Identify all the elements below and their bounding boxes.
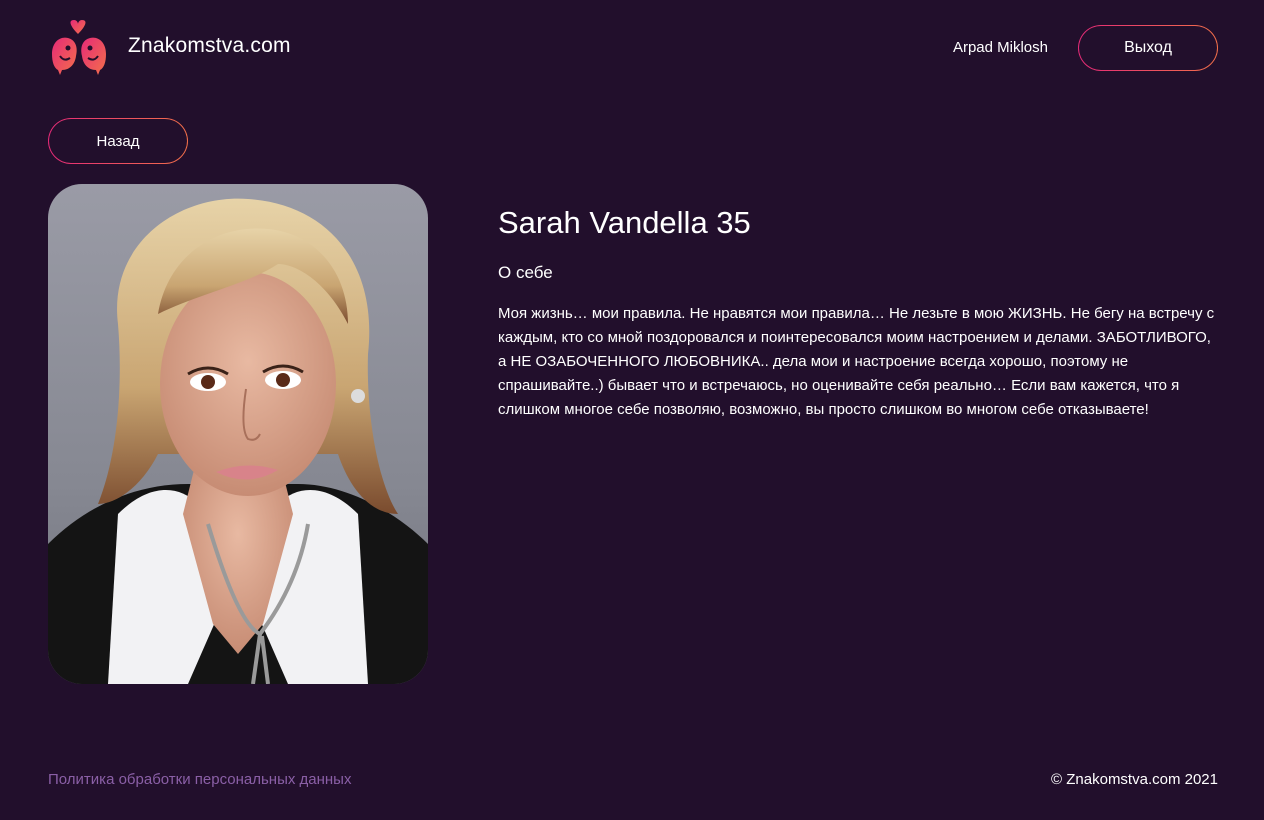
profile-page: Znakomstva.com Arpad Miklosh Выход Назад (0, 0, 1264, 820)
profile-photo (48, 184, 428, 684)
about-text: Моя жизнь… мои правила. Не нравятся мои … (498, 305, 1215, 418)
profile-name-age: Sarah Vandella 35 (498, 205, 751, 240)
site-name[interactable]: Znakomstva.com (128, 34, 291, 58)
copyright-text: © Znakomstva.com 2021 (1051, 771, 1218, 788)
logout-button[interactable]: Выход (1078, 25, 1218, 71)
two-birds-heart-icon[interactable] (48, 20, 110, 76)
back-button[interactable]: Назад (48, 118, 188, 164)
about-heading: О себе (498, 263, 553, 282)
privacy-policy-link[interactable]: Политика обработки персональных данных (48, 771, 351, 788)
current-user-name[interactable]: Arpad Miklosh (953, 39, 1048, 56)
